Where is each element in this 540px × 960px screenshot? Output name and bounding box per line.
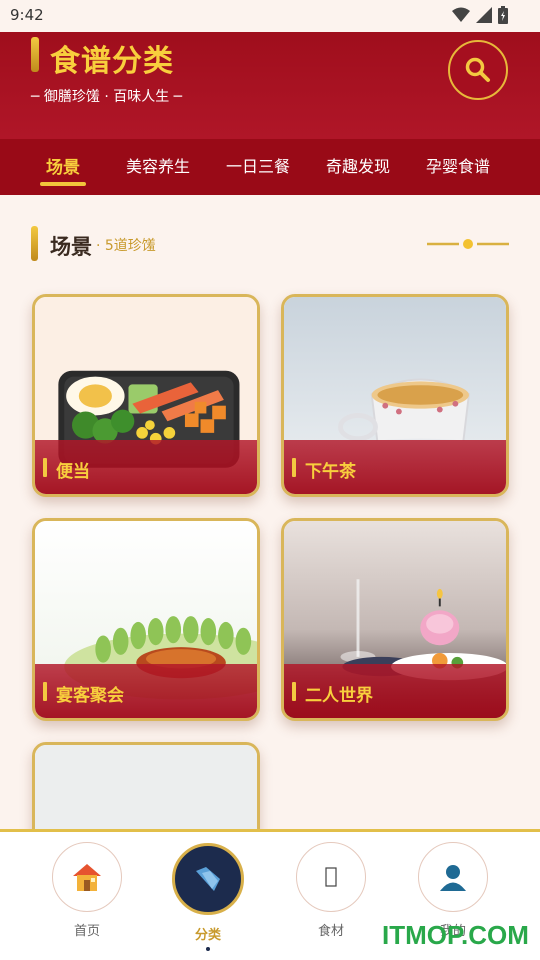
nav-home[interactable]: 首页 — [51, 842, 123, 939]
section-accent-bar — [31, 226, 38, 261]
tab-active-indicator — [40, 182, 86, 186]
status-bar: 9:42 — [0, 0, 540, 32]
search-icon — [465, 57, 490, 82]
card-label-bar — [43, 458, 47, 477]
card-label: 二人世界 — [305, 686, 373, 706]
tab-three-meals[interactable]: 一日三餐 — [226, 153, 290, 177]
recipe-card-bento[interactable]: 便当 — [32, 294, 260, 497]
header: 食谱分类 ─ 御膳珍馐 · 百味人生 ─ — [0, 32, 540, 139]
nav-category[interactable]: 分类 — [172, 843, 244, 951]
nav-category-label: 分类 — [194, 928, 221, 943]
battery-icon — [498, 6, 508, 24]
card-label: 下午茶 — [305, 462, 356, 482]
card-label-panel: 二人世界 — [284, 664, 506, 718]
nav-ingredients-circle — [296, 842, 366, 912]
section-decoration — [427, 239, 509, 249]
nav-ingredients-label: 食材 — [317, 924, 344, 939]
card-label-bar — [43, 682, 47, 701]
nav-ingredients[interactable]: 食材 — [295, 842, 367, 939]
page-subtitle: ─ 御膳珍馐 · 百味人生 ─ — [31, 89, 183, 105]
card-label-bar — [292, 682, 296, 701]
search-button[interactable] — [448, 40, 508, 100]
tab-scene[interactable]: 场景 — [46, 153, 80, 178]
card-label-bar — [292, 458, 296, 477]
title-accent-bar — [31, 37, 39, 72]
watermark: ITMOP.COM — [382, 920, 529, 950]
recipe-card-afternoon-tea[interactable]: 下午茶 — [281, 294, 509, 497]
status-icons — [452, 6, 508, 24]
nav-home-circle — [52, 842, 122, 912]
ingredients-icon — [325, 867, 337, 887]
category-tabs: 场景 美容养生 一日三餐 奇趣发现 孕婴食谱 — [0, 139, 540, 195]
wifi-icon — [452, 7, 470, 22]
nav-home-label: 首页 — [73, 924, 100, 939]
card-label: 宴客聚会 — [56, 686, 124, 706]
tab-beauty-health[interactable]: 美容养生 — [126, 153, 190, 177]
nav-category-circle — [172, 843, 244, 915]
recipe-card-couple[interactable]: 二人世界 — [281, 518, 509, 721]
status-time: 9:42 — [10, 6, 44, 24]
category-icon — [196, 867, 220, 891]
recipe-card-banquet[interactable]: 宴客聚会 — [32, 518, 260, 721]
nav-profile-circle — [418, 842, 488, 912]
section-count: · 5道珍馐 — [96, 238, 156, 254]
card-label-panel: 下午茶 — [284, 440, 506, 494]
card-label-panel: 宴客聚会 — [35, 664, 257, 718]
profile-icon — [440, 865, 466, 891]
tab-maternal-infant[interactable]: 孕婴食谱 — [426, 153, 490, 177]
nav-active-dot — [206, 947, 210, 951]
section-title: 场景 — [50, 235, 92, 259]
signal-icon — [476, 7, 492, 23]
card-label-panel: 便当 — [35, 440, 257, 494]
card-label: 便当 — [56, 462, 90, 482]
house-icon — [73, 864, 101, 891]
tab-discover[interactable]: 奇趣发现 — [326, 153, 390, 177]
page-title: 食谱分类 — [50, 44, 174, 79]
